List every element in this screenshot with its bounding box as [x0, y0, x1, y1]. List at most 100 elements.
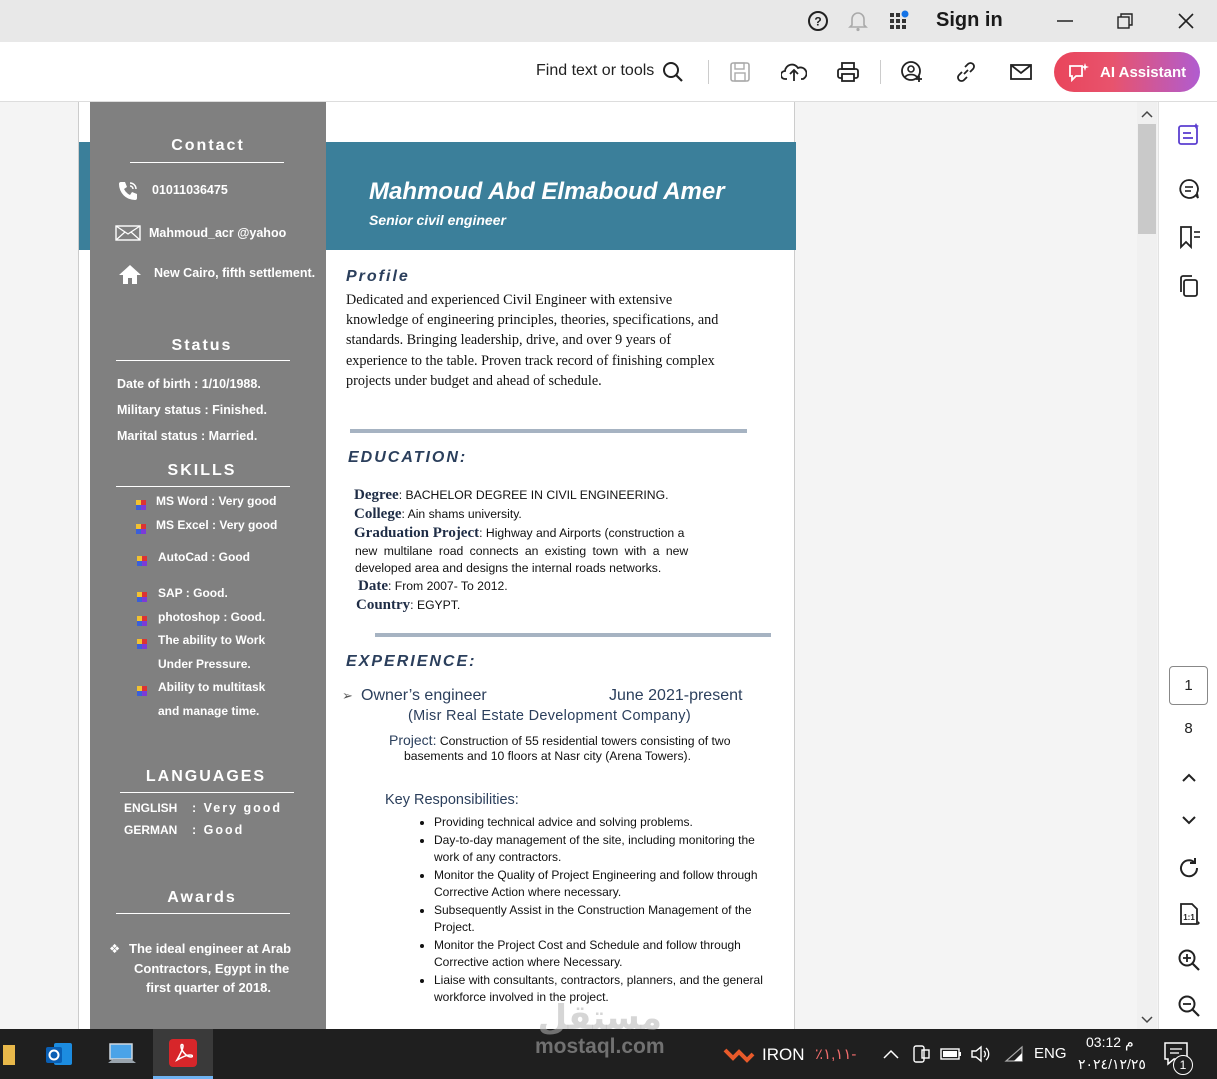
- list-item: Day-to-day management of the site, inclu…: [434, 832, 764, 867]
- bookmark-icon[interactable]: [1176, 224, 1202, 250]
- experience-heading: EXPERIENCE:: [346, 653, 477, 670]
- skill-item: SAP : Good.: [158, 586, 228, 600]
- skill-item: Ability to multitask: [158, 680, 266, 694]
- section-divider: [350, 429, 747, 433]
- award-line-2: Contractors, Egypt in the: [134, 961, 290, 976]
- document-viewport[interactable]: Contact 01011036475 Mahmoud_acr @yahoo N…: [0, 102, 1137, 1029]
- award-line-1: The ideal engineer at Arab: [129, 941, 292, 956]
- profile-text: Dedicated and experienced Civil Engineer…: [346, 290, 766, 391]
- diamond-bullet-icon: ❖: [109, 942, 121, 956]
- meet-now-icon[interactable]: [904, 1037, 938, 1071]
- save-icon[interactable]: [727, 59, 753, 85]
- pdf-page: Contact 01011036475 Mahmoud_acr @yahoo N…: [78, 102, 796, 1029]
- svg-text:?: ?: [814, 15, 821, 29]
- phone-text: 01011036475: [152, 183, 228, 197]
- language-german-level: : Good: [192, 823, 245, 837]
- comment-icon[interactable]: [1176, 176, 1202, 202]
- phone-icon: [117, 180, 139, 207]
- awards-heading: Awards: [167, 889, 237, 906]
- job-title: Owner’s engineer: [361, 687, 487, 704]
- sign-in-link[interactable]: Sign in: [936, 9, 1003, 32]
- skill-bullet-icon: [137, 553, 147, 566]
- print-icon[interactable]: [835, 59, 861, 85]
- project-value: : Highway and Airports (construction a: [479, 526, 685, 540]
- acrobat-taskbar-item[interactable]: [153, 1029, 213, 1079]
- language-german-label: GERMAN: [124, 823, 178, 837]
- scroll-thumb[interactable]: [1138, 124, 1156, 234]
- battery-icon[interactable]: [934, 1037, 968, 1071]
- close-button[interactable]: [1171, 6, 1201, 36]
- skill-item: AutoCad : Good: [158, 550, 250, 564]
- chevron-up-icon[interactable]: [874, 1037, 908, 1071]
- mail-icon[interactable]: [1008, 59, 1034, 85]
- scroll-up-icon[interactable]: [1141, 106, 1153, 124]
- cloud-upload-icon[interactable]: [781, 59, 807, 85]
- skill-bullet-icon: [137, 636, 147, 649]
- marital-text: Marital status : Married.: [117, 429, 258, 443]
- scroll-down-icon[interactable]: [1141, 1012, 1153, 1030]
- find-text-label[interactable]: Find text or tools: [536, 62, 654, 80]
- responsibilities-heading: Key Responsibilities:: [385, 792, 519, 808]
- ai-assistant-button[interactable]: AI Assistant: [1054, 52, 1200, 92]
- stock-change: ٪١,١١-: [815, 1046, 857, 1063]
- zoom-in-icon[interactable]: [1176, 947, 1202, 973]
- vertical-scrollbar[interactable]: [1137, 102, 1157, 1029]
- email-text: Mahmoud_acr @yahoo: [149, 226, 287, 240]
- list-item: Monitor the Project Cost and Schedule an…: [434, 937, 764, 972]
- ai-sparkle-icon: [1069, 63, 1089, 82]
- job-period: June 2021-present: [609, 687, 743, 704]
- cv-sidebar: Contact 01011036475 Mahmoud_acr @yahoo N…: [90, 102, 326, 1029]
- zoom-out-icon[interactable]: [1176, 993, 1202, 1019]
- list-item: Subsequently Assist in the Construction …: [434, 902, 764, 937]
- help-icon[interactable]: ?: [807, 10, 829, 32]
- section-divider: [375, 633, 771, 637]
- search-icon[interactable]: [660, 59, 686, 85]
- skill-item: and manage time.: [158, 704, 260, 718]
- clock-date[interactable]: ٢٠٢٤/١٢/٢٥: [1078, 1056, 1146, 1073]
- apps-grid-icon[interactable]: [888, 10, 910, 32]
- outlook-icon[interactable]: [42, 1037, 76, 1071]
- current-page-input[interactable]: 1: [1169, 666, 1208, 705]
- education-college: College: Ain shams university.: [354, 506, 522, 523]
- pages-icon[interactable]: [1176, 273, 1202, 299]
- profile-line: knowledge of engineering principles, the…: [346, 312, 719, 329]
- experience-project-line: basements and 10 floors at Nasr city (Ar…: [404, 749, 691, 763]
- experience-project: Project: Construction of 55 residential …: [389, 732, 730, 748]
- skills-heading: SKILLS: [167, 462, 237, 479]
- clock-time[interactable]: 03:12 م: [1086, 1034, 1134, 1051]
- military-text: Military status : Finished.: [117, 403, 268, 417]
- watermark: مستقل mostaql.com: [535, 1000, 665, 1058]
- list-item: Providing technical advice and solving p…: [434, 814, 764, 832]
- college-value: : Ain shams university.: [401, 507, 522, 521]
- input-language[interactable]: ENG: [1034, 1045, 1067, 1062]
- bell-icon[interactable]: [847, 10, 869, 32]
- skill-item: MS Word : Very good: [156, 494, 277, 508]
- language-english-level: : Very good: [192, 801, 283, 815]
- ai-summary-icon[interactable]: [1176, 121, 1202, 147]
- actual-size-icon[interactable]: 1:1: [1176, 901, 1202, 927]
- envelope-icon: [115, 225, 141, 246]
- minimize-button[interactable]: [1050, 6, 1080, 36]
- total-pages: 8: [1184, 720, 1193, 737]
- wifi-icon[interactable]: [996, 1037, 1030, 1071]
- restore-button[interactable]: [1110, 6, 1140, 36]
- status-heading: Status: [171, 337, 233, 354]
- project-value: Construction of 55 residential towers co…: [436, 734, 731, 748]
- chevron-down-icon[interactable]: [1176, 808, 1202, 834]
- chevron-up-icon[interactable]: [1176, 764, 1202, 790]
- skill-item: MS Excel : Very good: [156, 518, 278, 532]
- date-key: Date: [358, 578, 388, 594]
- skill-bullet-icon: [137, 613, 147, 626]
- language-english-label: ENGLISH: [124, 801, 178, 815]
- refresh-icon[interactable]: [1176, 855, 1202, 881]
- country-value: : EGYPT.: [410, 598, 461, 612]
- computer-icon[interactable]: [105, 1037, 139, 1071]
- volume-icon[interactable]: [964, 1037, 998, 1071]
- divider: [116, 486, 290, 487]
- acrobat-icon: [169, 1039, 197, 1067]
- link-icon[interactable]: [953, 59, 979, 85]
- college-key: College: [354, 506, 402, 522]
- stock-chart-icon[interactable]: [722, 1037, 756, 1071]
- file-explorer-icon[interactable]: [0, 1037, 28, 1071]
- share-user-icon[interactable]: [899, 59, 925, 85]
